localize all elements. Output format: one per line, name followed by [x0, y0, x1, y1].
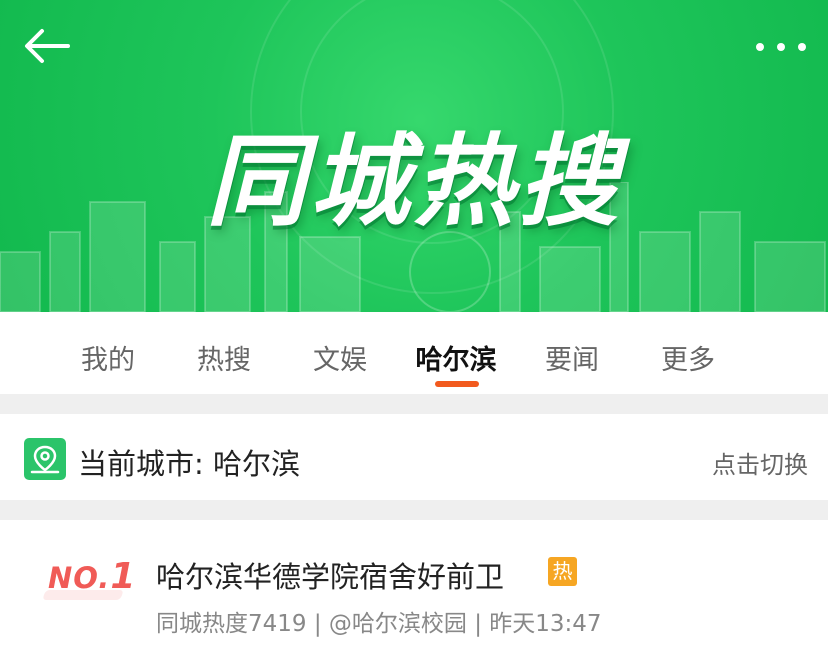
tab-hot-search[interactable]: 热搜	[166, 312, 282, 394]
hot-badge: 热	[548, 557, 577, 586]
item-meta: 同城热度7419 | @哈尔滨校园 | 昨天13:47	[156, 611, 602, 637]
rank-badge: NO.1	[48, 556, 136, 597]
back-button[interactable]	[22, 26, 72, 66]
tab-mine[interactable]: 我的	[50, 312, 166, 394]
more-options-button[interactable]	[756, 30, 806, 64]
arrow-left-icon	[25, 29, 70, 63]
more-dots-icon	[798, 43, 806, 51]
tab-harbin[interactable]: 哈尔滨	[398, 312, 514, 394]
more-dots-icon	[777, 43, 785, 51]
current-city-bar: 当前城市: 哈尔滨 点击切换	[0, 414, 828, 500]
current-city-label: 当前城市: 哈尔滨	[78, 447, 300, 481]
rank-prefix: NO.	[48, 561, 111, 595]
more-dots-icon	[756, 43, 764, 51]
list-item[interactable]: NO.1 哈尔滨华德学院宿舍好前卫 热 同城热度7419 | @哈尔滨校园 | …	[0, 520, 828, 651]
header-banner: 同城热搜	[0, 0, 828, 312]
switch-city-link[interactable]: 点击切换	[712, 445, 808, 480]
rank-number: 1	[110, 556, 137, 597]
map-pin-icon	[24, 438, 66, 480]
tab-more[interactable]: 更多	[630, 312, 746, 394]
page-title: 同城热搜	[206, 123, 622, 240]
item-title: 哈尔滨华德学院宿舍好前卫	[156, 560, 505, 594]
category-tabs: 我的 热搜 文娱 哈尔滨 要闻 更多	[0, 312, 828, 394]
tab-news[interactable]: 要闻	[514, 312, 630, 394]
tab-entertainment[interactable]: 文娱	[282, 312, 398, 394]
